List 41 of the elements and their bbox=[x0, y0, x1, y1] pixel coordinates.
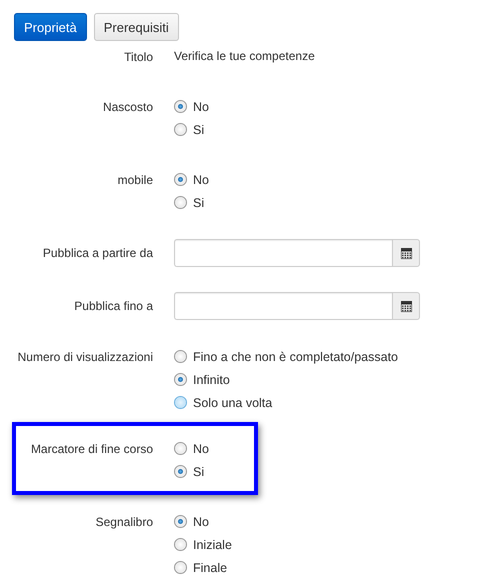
option-label: No bbox=[193, 172, 209, 186]
radio-button[interactable] bbox=[174, 538, 187, 551]
radio-button[interactable] bbox=[174, 350, 187, 363]
radio-button[interactable] bbox=[174, 561, 187, 574]
field-value: Verifica le tue competenze bbox=[174, 48, 316, 65]
field-label: Nascosto bbox=[102, 99, 153, 115]
option-label: No bbox=[193, 514, 209, 528]
radio-button[interactable] bbox=[174, 396, 187, 409]
option-label: Infinito bbox=[193, 372, 230, 386]
option-label: No bbox=[193, 442, 209, 456]
field-label: Pubblica fino a bbox=[73, 298, 153, 314]
radio-button[interactable] bbox=[174, 465, 187, 478]
field-label: Titolo bbox=[123, 49, 153, 65]
date-field[interactable] bbox=[174, 239, 392, 267]
tab[interactable]: Proprietà bbox=[14, 13, 87, 41]
calendar-button[interactable] bbox=[392, 239, 420, 267]
field-label: Marcatore di fine corso bbox=[30, 441, 153, 457]
option-label: Si bbox=[193, 196, 204, 210]
option-label: Solo una volta bbox=[193, 396, 272, 410]
calendar-button[interactable] bbox=[392, 292, 420, 320]
radio-button[interactable] bbox=[174, 373, 187, 386]
option-label: Fino a che non è completato/passato bbox=[193, 350, 398, 364]
field-label: Segnalibro bbox=[94, 514, 153, 530]
radio-button[interactable] bbox=[174, 123, 187, 136]
field-label: mobile bbox=[116, 172, 153, 188]
radio-button[interactable] bbox=[174, 100, 187, 113]
radio-button[interactable] bbox=[174, 196, 187, 209]
option-label: Finale bbox=[193, 560, 228, 574]
field-label: Pubblica a partire da bbox=[42, 245, 153, 261]
option-label: Si bbox=[193, 122, 204, 136]
option-label: Iniziale bbox=[193, 538, 232, 552]
option-label: Si bbox=[193, 464, 204, 478]
calendar-icon bbox=[400, 248, 412, 258]
field-label: Numero di visualizzazioni bbox=[16, 349, 153, 365]
tab[interactable]: Prerequisiti bbox=[94, 13, 179, 41]
option-label: No bbox=[193, 100, 209, 114]
date-field[interactable] bbox=[174, 292, 392, 320]
radio-button[interactable] bbox=[174, 442, 187, 455]
calendar-icon bbox=[400, 300, 412, 312]
radio-button[interactable] bbox=[174, 173, 187, 186]
radio-button[interactable] bbox=[174, 515, 187, 528]
